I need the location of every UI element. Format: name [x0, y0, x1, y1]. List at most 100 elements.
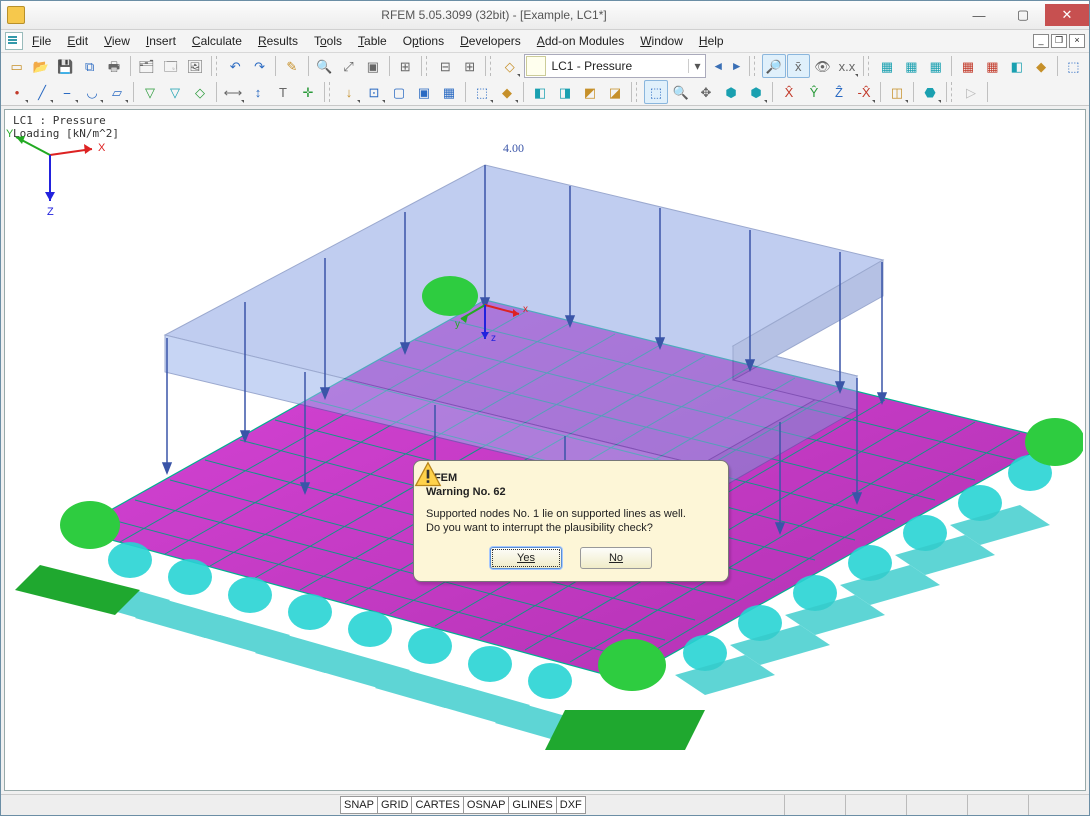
geom1-button[interactable]: ⬚ — [470, 80, 494, 104]
menu-developers[interactable]: Developers — [453, 32, 528, 50]
load3-button[interactable]: ▢ — [387, 80, 411, 104]
axis-z-button[interactable]: Ẑ — [827, 80, 851, 104]
table-button[interactable]: ⊟ — [434, 54, 457, 78]
model-viewport[interactable]: LC1 : Pressure Loading [kN/m^2] — [4, 109, 1086, 791]
lc-next-button[interactable]: ► — [728, 55, 745, 77]
select-button[interactable]: ⬚ — [644, 80, 668, 104]
support1-button[interactable]: ▽ — [138, 80, 162, 104]
menu-file[interactable]: File — [25, 32, 58, 50]
axis-x-button[interactable]: X̂ — [777, 80, 801, 104]
axis-nx-button[interactable]: -X̂ — [852, 80, 876, 104]
eye-button[interactable]: 👁 — [811, 54, 834, 78]
lc-prev-button[interactable]: ◄ — [709, 55, 726, 77]
support2-button[interactable]: ▽ — [163, 80, 187, 104]
maximize-button[interactable]: ▢ — [1001, 4, 1045, 26]
mdi-restore[interactable]: ❐ — [1051, 34, 1067, 48]
axes-button[interactable]: ✛ — [296, 80, 320, 104]
tile-button[interactable]: ⊞ — [393, 54, 416, 78]
status-glines[interactable]: GLINES — [508, 796, 556, 814]
show-results-button[interactable]: x̄ — [787, 54, 810, 78]
mesh3-button[interactable]: ▦ — [924, 54, 947, 78]
project-nav-button[interactable]: 🗂 — [135, 54, 158, 78]
table2-button[interactable]: ⊞ — [458, 54, 481, 78]
load1-button[interactable]: ↓ — [337, 80, 361, 104]
menu-table[interactable]: Table — [351, 32, 394, 50]
menu-options[interactable]: Options — [396, 32, 451, 50]
mesh1-button[interactable]: ▦ — [875, 54, 898, 78]
zoom-button[interactable]: 🔍 — [312, 54, 335, 78]
fe1-button[interactable]: ◧ — [528, 80, 552, 104]
menu-results[interactable]: Results — [251, 32, 305, 50]
surface-button[interactable]: ▱ — [105, 80, 129, 104]
anim-button[interactable]: ▷ — [959, 80, 983, 104]
warning-icon — [414, 461, 442, 489]
geom2-button[interactable]: ◆ — [495, 80, 519, 104]
zoomwin-button[interactable]: 🔍 — [669, 80, 693, 104]
addon2-button[interactable]: ▦ — [981, 54, 1004, 78]
copy-view-button[interactable]: 🗔 — [159, 54, 182, 78]
edit-button[interactable]: ✎ — [280, 54, 303, 78]
xxx-button[interactable]: x.x — [835, 54, 858, 78]
fe3-button[interactable]: ◩ — [578, 80, 602, 104]
status-snap[interactable]: SNAP — [340, 796, 378, 814]
minimize-button[interactable]: — — [957, 4, 1001, 26]
save-button[interactable]: 💾 — [54, 54, 77, 78]
load5-button[interactable]: ▦ — [437, 80, 461, 104]
save-all-button[interactable]: ⧉ — [78, 54, 101, 78]
view-button[interactable]: ◫ — [885, 80, 909, 104]
menu-window[interactable]: Window — [633, 32, 690, 50]
addon4-button[interactable]: ◆ — [1029, 54, 1052, 78]
render-button[interactable]: ⬣ — [918, 80, 942, 104]
menu-insert[interactable]: Insert — [139, 32, 183, 50]
new-file-button[interactable]: ▭ — [5, 54, 28, 78]
menu-help[interactable]: Help — [692, 32, 731, 50]
status-osnap[interactable]: OSNAP — [463, 796, 510, 814]
close-button[interactable]: ✕ — [1045, 4, 1089, 26]
menu-calculate[interactable]: Calculate — [185, 32, 249, 50]
fe4-button[interactable]: ◪ — [603, 80, 627, 104]
dialog-no-button[interactable]: No — [580, 547, 652, 569]
status-grid[interactable]: GRID — [377, 796, 413, 814]
show-loads-button[interactable]: 🔎 — [762, 54, 785, 78]
iso-button[interactable]: ⬢ — [719, 80, 743, 104]
menu-tools[interactable]: Tools — [307, 32, 349, 50]
addon3-button[interactable]: ◧ — [1005, 54, 1028, 78]
load-case-text: LC1 - Pressure — [547, 59, 688, 73]
node-button[interactable]: • — [5, 80, 29, 104]
support3-button[interactable]: ◇ — [188, 80, 212, 104]
menu-edit[interactable]: Edit — [60, 32, 95, 50]
mesh2-button[interactable]: ▦ — [900, 54, 923, 78]
menu-addon[interactable]: Add-on Modules — [530, 32, 631, 50]
zoom-extent-button[interactable]: ⤢ — [337, 54, 360, 78]
load2-button[interactable]: ⊡ — [362, 80, 386, 104]
dim-button[interactable]: ⟷ — [221, 80, 245, 104]
member-button[interactable]: ⎯ — [55, 80, 79, 104]
full-screen-button[interactable]: ▣ — [361, 54, 384, 78]
axis-y-button[interactable]: Ŷ — [802, 80, 826, 104]
status-dxf[interactable]: DXF — [556, 796, 586, 814]
mdi-app-icon[interactable] — [5, 32, 23, 50]
text-button[interactable]: T — [271, 80, 295, 104]
print-button[interactable]: 🖶 — [102, 54, 125, 78]
screenshot-button[interactable]: 🖼 — [183, 54, 206, 78]
arc-button[interactable]: ◡ — [80, 80, 104, 104]
load-case-dropdown[interactable]: ▾ — [688, 59, 705, 73]
pan-button[interactable]: ✥ — [694, 80, 718, 104]
status-cartes[interactable]: CARTES — [411, 796, 463, 814]
line-button[interactable]: ╱ — [30, 80, 54, 104]
dialog-yes-button[interactable]: Yes — [490, 547, 562, 569]
iso2-button[interactable]: ⬢ — [744, 80, 768, 104]
redo-button[interactable]: ↷ — [248, 54, 271, 78]
open-file-button[interactable]: 📂 — [29, 54, 52, 78]
dim2-button[interactable]: ↕ — [246, 80, 270, 104]
load-case-combo[interactable]: LC1 - Pressure ▾ — [524, 54, 706, 78]
menu-view[interactable]: View — [97, 32, 137, 50]
mdi-minimize[interactable]: _ — [1033, 34, 1049, 48]
lc-icon[interactable]: ◇ — [498, 54, 521, 78]
fe2-button[interactable]: ◨ — [553, 80, 577, 104]
addon5-button[interactable]: ⬚ — [1062, 54, 1085, 78]
mdi-close[interactable]: × — [1069, 34, 1085, 48]
load4-button[interactable]: ▣ — [412, 80, 436, 104]
addon1-button[interactable]: ▦ — [956, 54, 979, 78]
undo-button[interactable]: ↶ — [224, 54, 247, 78]
